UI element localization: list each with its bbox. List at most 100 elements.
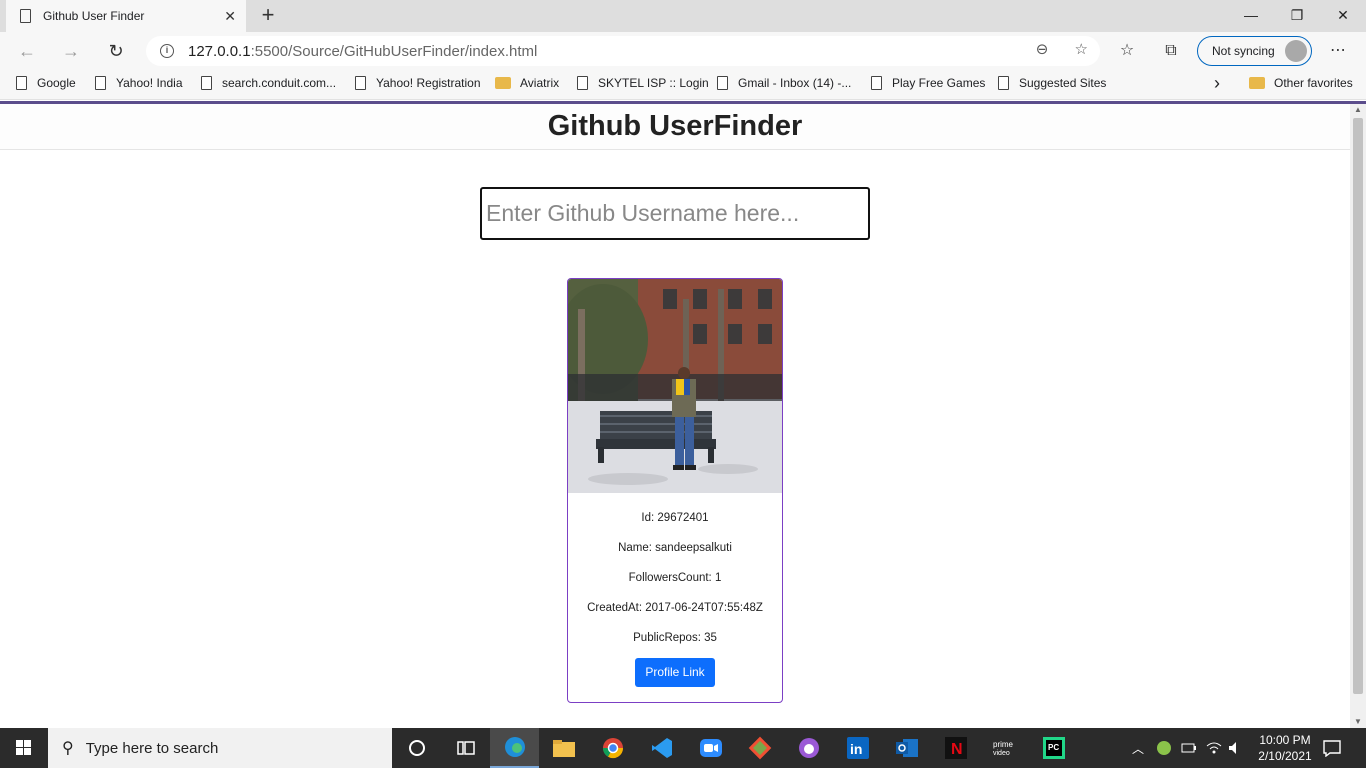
svg-text:N: N (951, 741, 963, 758)
bookmark-skytel[interactable]: SKYTEL ISP :: Login (577, 76, 709, 90)
bookmark-google[interactable]: Google (16, 76, 76, 90)
chrome-icon[interactable] (588, 728, 637, 768)
start-button[interactable] (0, 728, 48, 768)
svg-text:in: in (850, 741, 862, 757)
folder-icon (1249, 77, 1265, 89)
taskbar-search-placeholder: Type here to search (85, 739, 219, 757)
github-desktop-icon[interactable] (784, 728, 833, 768)
refresh-icon[interactable]: ↻ (103, 39, 129, 63)
tab-close-icon[interactable]: ✕ (224, 8, 236, 25)
wifi-icon[interactable] (1206, 728, 1222, 768)
user-followers-count: FollowersCount: 1 (628, 572, 722, 584)
notifications-icon[interactable] (1322, 728, 1342, 768)
pycharm-icon[interactable]: PC (1029, 728, 1078, 768)
user-card: Id: 29672401 Name: sandeepsalkuti Follow… (567, 278, 783, 703)
edge-app-icon[interactable] (490, 728, 539, 768)
browser-tab[interactable]: Github User Finder ✕ (6, 0, 246, 32)
clock-time: 10:00 PM (1259, 733, 1311, 747)
sync-label: Not syncing (1212, 44, 1275, 58)
address-bar[interactable]: i 127.0.0.1:5500/Source/GitHubUserFinder… (146, 36, 1100, 66)
zoom-icon[interactable]: ⊖ (1036, 41, 1049, 58)
settings-more-icon[interactable]: ⋯ (1326, 39, 1350, 63)
page-icon (95, 76, 106, 90)
favorites-bar: Google Yahoo! India search.conduit.com..… (0, 70, 1366, 100)
volume-icon[interactable] (1228, 728, 1242, 768)
new-tab-button[interactable]: + (256, 4, 280, 28)
bookmark-label: SKYTEL ISP :: Login (598, 76, 709, 90)
bookmark-gmail[interactable]: Gmail - Inbox (14) -... (717, 76, 851, 90)
taskbar-clock[interactable]: 10:00 PM 2/10/2021 (1246, 732, 1324, 764)
profile-avatar-icon (1285, 40, 1307, 62)
page-icon (355, 76, 366, 90)
tray-chevron-icon[interactable]: ︿ (1132, 728, 1144, 768)
add-favorite-icon[interactable]: ☆ (1075, 41, 1088, 58)
back-icon[interactable]: ← (14, 39, 40, 63)
svg-text:PC: PC (1048, 743, 1059, 752)
bookmark-label: Aviatrix (520, 76, 560, 90)
page-icon (577, 76, 588, 90)
username-search-input[interactable] (480, 187, 870, 240)
bookmark-label: Play Free Games (892, 76, 986, 90)
forward-icon[interactable]: → (58, 39, 84, 63)
browser-toolbar: ← → ↻ i 127.0.0.1:5500/Source/GitHubUser… (0, 32, 1366, 70)
chevron-right-icon[interactable]: › (1214, 73, 1220, 94)
bookmark-aviatrix[interactable]: Aviatrix (495, 76, 559, 90)
page-icon (16, 76, 27, 90)
other-favorites[interactable]: Other favorites (1249, 76, 1353, 90)
bookmark-label: Google (37, 76, 76, 90)
favorites-icon[interactable]: ☆ (1115, 39, 1139, 63)
battery-icon[interactable] (1181, 728, 1197, 768)
collections-icon[interactable]: ⧉ (1159, 39, 1183, 63)
page-icon (717, 76, 728, 90)
linkedin-icon[interactable]: in (833, 728, 882, 768)
scroll-up-icon[interactable]: ▲ (1350, 104, 1366, 116)
site-info-icon[interactable]: i (160, 44, 174, 58)
bookmark-play-free-games[interactable]: Play Free Games (871, 76, 985, 90)
vscode-icon[interactable] (637, 728, 686, 768)
svg-text:prime: prime (993, 740, 1014, 749)
page-scrollbar[interactable]: ▲ ▼ (1350, 104, 1366, 728)
bookmark-label: Gmail - Inbox (14) -... (738, 76, 852, 90)
profile-link-button[interactable]: Profile Link (635, 658, 715, 687)
git-icon[interactable] (735, 728, 784, 768)
bookmark-label: Suggested Sites (1019, 76, 1107, 90)
maximize-button[interactable]: ❐ (1274, 0, 1320, 30)
file-explorer-icon[interactable] (539, 728, 588, 768)
user-avatar-photo (568, 279, 782, 493)
task-view-icon[interactable] (441, 728, 490, 768)
address-path: :5500/Source/GitHubUserFinder/index.html (250, 42, 538, 60)
page-icon (20, 9, 31, 23)
clock-date: 2/10/2021 (1258, 749, 1312, 763)
bookmark-label: Yahoo! Registration (376, 76, 481, 90)
bookmark-yahoo-registration[interactable]: Yahoo! Registration (355, 76, 481, 90)
page-header: Github UserFinder (0, 104, 1350, 150)
tray-app-icon[interactable] (1156, 728, 1172, 768)
prime-video-icon[interactable]: prime video (980, 728, 1029, 768)
bookmark-search-conduit[interactable]: search.conduit.com... (201, 76, 336, 90)
bookmark-label: search.conduit.com... (222, 76, 337, 90)
netflix-icon[interactable]: N (931, 728, 980, 768)
page-title: Github UserFinder (547, 110, 803, 142)
profile-sync-button[interactable]: Not syncing (1197, 36, 1312, 66)
user-id: Id: 29672401 (641, 512, 709, 524)
zoom-icon[interactable] (686, 728, 735, 768)
outlook-icon[interactable] (882, 728, 931, 768)
tab-title: Github User Finder (43, 9, 145, 23)
scroll-down-icon[interactable]: ▼ (1350, 716, 1366, 728)
user-public-repos: PublicRepos: 35 (633, 632, 717, 644)
close-window-button[interactable]: ✕ (1320, 0, 1366, 30)
page-icon (201, 76, 212, 90)
address-host: 127.0.0.1 (188, 42, 251, 60)
taskbar-search-box[interactable]: ⚲ Type here to search (48, 728, 392, 768)
scrollbar-thumb[interactable] (1353, 118, 1363, 694)
bookmark-suggested-sites[interactable]: Suggested Sites (998, 76, 1106, 90)
page-icon (871, 76, 882, 90)
avatar-image (568, 279, 782, 493)
web-page: Github UserFinder Enter Github Username … (0, 104, 1350, 728)
other-favorites-label: Other favorites (1274, 76, 1353, 90)
cortana-icon[interactable] (392, 728, 441, 768)
bookmark-yahoo-india[interactable]: Yahoo! India (95, 76, 183, 90)
address-actions: ⊖ ☆ (1036, 40, 1088, 58)
svg-text:video: video (993, 750, 1010, 757)
minimize-button[interactable]: — (1228, 0, 1274, 30)
